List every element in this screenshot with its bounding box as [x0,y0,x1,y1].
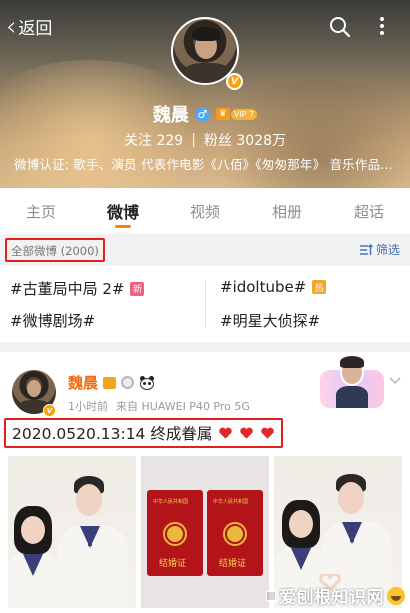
crown-icon [103,376,117,389]
post-text-content: 2020.0520.13:14 终成眷属 [12,425,213,443]
tab-album[interactable]: 相册 [246,201,328,222]
certificate-title: 结婚证 [219,559,247,569]
profile-header: ‹ 返回 V 魏晨 ♂ ♛ VIP 7 关注 229 | 粉丝 3028万 微博… [0,0,410,188]
topic-item[interactable]: #古董局中局 2# 新 [10,278,145,299]
post-card: V 魏晨 1小时前 来自 HUAWEI P40 Pro 5G 2020.0520… [0,352,410,613]
male-gender-icon: ♂ [194,106,210,122]
filter-icon [359,243,373,255]
following-label: 关注 [124,133,152,149]
panda-icon [139,375,155,390]
topic-item[interactable]: #微博剧场# [10,310,95,331]
topic-text: #微博剧场# [10,312,96,330]
more-icon[interactable] [370,14,394,38]
verification-text[interactable]: 微博认证: 歌手、演员 代表作电影《八佰》《匆匆那年》 音乐作品... [14,154,406,173]
tab-super-topic[interactable]: 超话 [328,201,410,222]
profile-tabs: 主页 微博 视频 相册 超话 [0,188,410,234]
certificate-header: 中华人民共和国 [153,499,189,505]
chevron-down-icon[interactable] [388,376,402,386]
search-icon[interactable] [328,15,352,39]
vip-badge[interactable]: ♛ VIP 7 [215,108,258,120]
medal-icon [121,376,135,389]
post-meta: 1小时前 来自 HUAWEI P40 Pro 5G [68,398,250,414]
followers-label: 粉丝 [203,133,232,149]
smile-emoji-icon [387,586,405,605]
weibo-profile-page: ‹ 返回 V 魏晨 ♂ ♛ VIP 7 关注 229 | 粉丝 3028万 微博… [0,0,410,613]
topics-divider [205,280,206,328]
heart-icon [219,427,233,439]
tab-weibo[interactable]: 微博 [82,199,164,228]
new-tag: 新 [130,281,145,296]
certificate-header: 中华人民共和国 [213,499,249,505]
verified-badge-icon: V [43,404,56,417]
topic-item[interactable]: #明星大侦探# [220,310,320,331]
watermark-text: 爱刨根知识网 [279,588,384,608]
crown-icon: ♛ [215,108,230,120]
back-button[interactable]: ‹ 返回 [6,11,53,42]
back-label: 返回 [18,19,53,39]
watermark-box-icon [266,590,276,601]
heart-icon [240,427,254,439]
post-author-row: 魏晨 [68,372,155,393]
vip-level: VIP 7 [230,108,258,120]
chevron-left-icon: ‹ [6,11,17,42]
post-photo[interactable] [8,456,136,608]
following-stat[interactable]: 关注 229 [124,130,183,150]
topics-grid: #古董局中局 2# 新 #idoltube# 热 #微博剧场# #明星大侦探# [0,266,410,342]
topic-text: #古董局中局 2# [10,280,125,298]
tab-video[interactable]: 视频 [164,201,246,222]
tab-home[interactable]: 主页 [0,201,82,222]
post-source[interactable]: 来自 HUAWEI P40 Pro 5G [116,398,250,414]
hot-tag: 热 [312,280,327,294]
filter-bar: 全部微博 (2000) 筛选 [0,234,410,266]
filter-button[interactable]: 筛选 [359,241,400,258]
verified-badge-icon: V [226,73,243,90]
topic-item[interactable]: #idoltube# 热 [220,278,327,296]
profile-stats: 关注 229 | 粉丝 3028万 [0,130,410,150]
following-count: 229 [156,133,184,149]
all-weibo-filter[interactable]: 全部微博 (2000) [5,238,105,262]
followers-count: 3028万 [236,133,286,149]
certificate-title: 结婚证 [159,559,187,569]
profile-name: 魏晨 [152,105,189,126]
card-decoration[interactable] [318,356,384,412]
post-photo[interactable]: 中华人民共和国 结婚证 中华人民共和国 结婚证 [141,456,269,608]
topic-text: #idoltube# [220,278,307,296]
followers-stat[interactable]: 粉丝 3028万 [204,130,286,150]
filter-button-label: 筛选 [375,243,400,257]
post-author[interactable]: 魏晨 [68,372,98,393]
post-time: 1小时前 [68,400,108,413]
stats-divider: | [191,132,196,148]
post-text: 2020.0520.13:14 终成眷属 [4,418,284,448]
profile-name-row: 魏晨 ♂ ♛ VIP 7 [0,101,410,127]
watermark: 爱刨根知识网 [266,583,405,608]
topic-text: #明星大侦探# [220,312,321,330]
heart-icon [261,427,275,439]
